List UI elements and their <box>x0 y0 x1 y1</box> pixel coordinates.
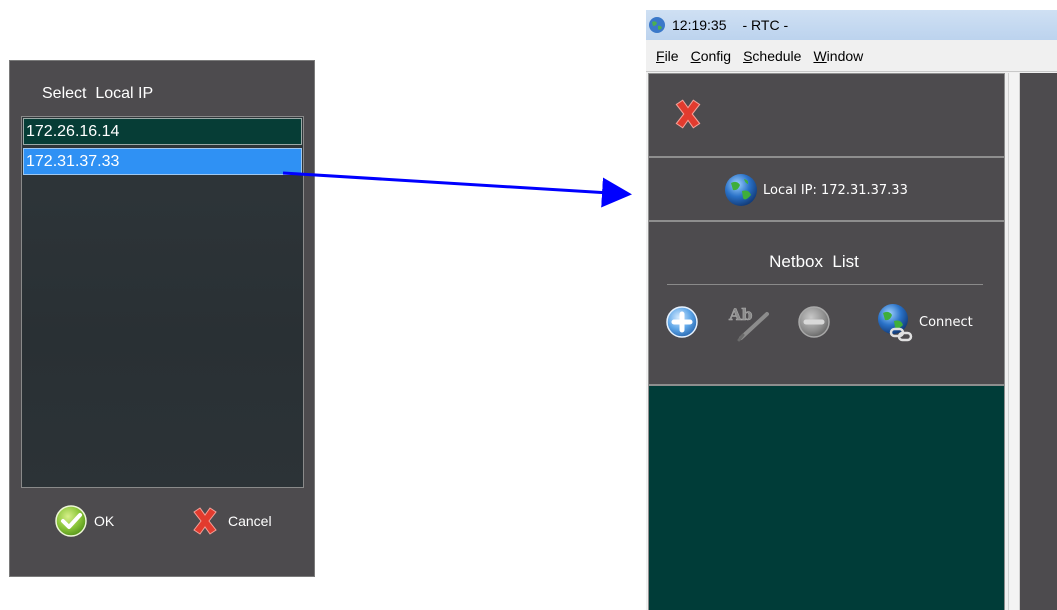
menu-window[interactable]: Window <box>813 48 863 64</box>
netbox-panel: Netbox List Ab Connect <box>648 221 1005 385</box>
add-netbox-button[interactable] <box>665 305 699 339</box>
globe-link-icon <box>878 304 913 342</box>
local-ip-status[interactable]: Local IP: 172.31.37.33 <box>723 172 908 208</box>
netbox-list[interactable] <box>648 385 1005 610</box>
rename-icon: Ab <box>728 305 769 342</box>
menu-config[interactable]: Config <box>691 48 731 64</box>
ok-button[interactable]: OK <box>54 503 114 539</box>
connect-label: Connect <box>919 314 973 330</box>
remove-netbox-button[interactable] <box>797 305 831 339</box>
connect-button[interactable]: Connect <box>875 302 973 342</box>
select-local-ip-dialog: Select Local IP 172.26.16.14 172.31.37.3… <box>9 60 315 577</box>
rename-netbox-button[interactable]: Ab <box>727 302 773 342</box>
minus-circle-icon <box>798 306 830 338</box>
ip-list-item[interactable]: 172.26.16.14 <box>23 118 302 145</box>
app-globe-icon <box>649 17 665 33</box>
ip-list[interactable]: 172.26.16.14 172.31.37.33 <box>21 116 304 488</box>
globe-icon <box>725 174 757 206</box>
local-ip-label: Local IP: 172.31.37.33 <box>763 182 908 198</box>
check-icon <box>55 505 87 537</box>
red-x-icon <box>193 507 217 535</box>
cancel-button[interactable]: Cancel <box>188 503 272 539</box>
rtc-app-window: 12:19:35 - RTC - File Config Schedule Wi… <box>646 10 1057 610</box>
local-ip-panel: Local IP: 172.31.37.33 <box>648 157 1005 221</box>
dialog-title: Select Local IP <box>42 85 154 102</box>
ip-list-item-selected[interactable]: 172.31.37.33 <box>23 148 302 175</box>
menu-file[interactable]: File <box>656 48 679 64</box>
divider <box>667 284 983 285</box>
svg-text:Ab: Ab <box>728 305 753 324</box>
title-bar: 12:19:35 - RTC - <box>646 10 1057 40</box>
window-title: - RTC - <box>742 17 789 33</box>
plus-circle-icon <box>666 306 698 338</box>
ok-label: OK <box>94 513 115 529</box>
menu-bar: File Config Schedule Window <box>646 40 1057 72</box>
close-icon[interactable] <box>670 96 706 132</box>
cancel-label: Cancel <box>228 513 272 529</box>
splitter-handle[interactable] <box>1008 73 1020 610</box>
clock-time: 12:19:35 <box>672 17 727 33</box>
menu-schedule[interactable]: Schedule <box>743 48 801 64</box>
netbox-list-title: Netbox List <box>769 252 859 271</box>
close-panel <box>648 73 1005 157</box>
right-pane <box>1020 73 1057 610</box>
